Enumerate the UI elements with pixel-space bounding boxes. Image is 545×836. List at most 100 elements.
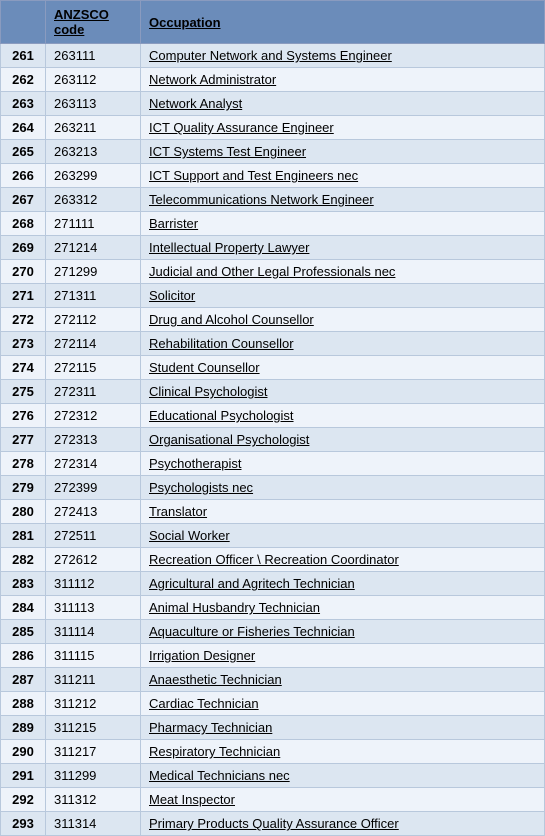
anzsco-code: 311212 — [46, 692, 141, 716]
table-row: 263263113Network Analyst — [1, 92, 545, 116]
anzsco-code: 311215 — [46, 716, 141, 740]
table-row: 272272112Drug and Alcohol Counsellor — [1, 308, 545, 332]
table-row: 265263213ICT Systems Test Engineer — [1, 140, 545, 164]
row-number: 280 — [1, 500, 46, 524]
occupation-name[interactable]: Medical Technicians nec — [141, 764, 545, 788]
occupation-name[interactable]: ICT Support and Test Engineers nec — [141, 164, 545, 188]
anzsco-code: 271214 — [46, 236, 141, 260]
row-number: 278 — [1, 452, 46, 476]
table-row: 288311212Cardiac Technician — [1, 692, 545, 716]
occupation-name[interactable]: Animal Husbandry Technician — [141, 596, 545, 620]
row-number: 273 — [1, 332, 46, 356]
occupation-name[interactable]: Psychotherapist — [141, 452, 545, 476]
table-row: 278272314Psychotherapist — [1, 452, 545, 476]
col-header-occupation[interactable]: Occupation — [141, 1, 545, 44]
occupation-name[interactable]: Primary Products Quality Assurance Offic… — [141, 812, 545, 836]
row-number: 288 — [1, 692, 46, 716]
anzsco-code: 311113 — [46, 596, 141, 620]
occupation-name[interactable]: Educational Psychologist — [141, 404, 545, 428]
table-row: 267263312Telecommunications Network Engi… — [1, 188, 545, 212]
occupation-name[interactable]: Rehabilitation Counsellor — [141, 332, 545, 356]
occupation-name[interactable]: Organisational Psychologist — [141, 428, 545, 452]
row-number: 262 — [1, 68, 46, 92]
anzsco-code: 263299 — [46, 164, 141, 188]
row-number: 271 — [1, 284, 46, 308]
anzsco-code: 263113 — [46, 92, 141, 116]
table-row: 261263111Computer Network and Systems En… — [1, 44, 545, 68]
occupation-name[interactable]: Agricultural and Agritech Technician — [141, 572, 545, 596]
anzsco-code: 272612 — [46, 548, 141, 572]
row-number: 286 — [1, 644, 46, 668]
table-row: 292311312Meat Inspector — [1, 788, 545, 812]
row-number: 281 — [1, 524, 46, 548]
table-row: 277272313Organisational Psychologist — [1, 428, 545, 452]
table-row: 279272399Psychologists nec — [1, 476, 545, 500]
row-number: 265 — [1, 140, 46, 164]
anzsco-code: 272312 — [46, 404, 141, 428]
row-number: 287 — [1, 668, 46, 692]
table-row: 273272114Rehabilitation Counsellor — [1, 332, 545, 356]
row-number: 283 — [1, 572, 46, 596]
occupation-name[interactable]: Irrigation Designer — [141, 644, 545, 668]
table-row: 281272511Social Worker — [1, 524, 545, 548]
occupation-name[interactable]: Meat Inspector — [141, 788, 545, 812]
table-row: 287311211Anaesthetic Technician — [1, 668, 545, 692]
anzsco-code: 311217 — [46, 740, 141, 764]
col-header-num — [1, 1, 46, 44]
table-row: 270271299Judicial and Other Legal Profes… — [1, 260, 545, 284]
occupation-name[interactable]: Respiratory Technician — [141, 740, 545, 764]
occupation-name[interactable]: Network Administrator — [141, 68, 545, 92]
occupation-name[interactable]: Barrister — [141, 212, 545, 236]
occupation-name[interactable]: Recreation Officer \ Recreation Coordina… — [141, 548, 545, 572]
occupation-name[interactable]: Social Worker — [141, 524, 545, 548]
occupation-name[interactable]: Student Counsellor — [141, 356, 545, 380]
table-row: 285311114Aquaculture or Fisheries Techni… — [1, 620, 545, 644]
row-number: 292 — [1, 788, 46, 812]
row-number: 268 — [1, 212, 46, 236]
row-number: 267 — [1, 188, 46, 212]
table-row: 283311112Agricultural and Agritech Techn… — [1, 572, 545, 596]
table-row: 293311314Primary Products Quality Assura… — [1, 812, 545, 836]
occupation-name[interactable]: Aquaculture or Fisheries Technician — [141, 620, 545, 644]
row-number: 282 — [1, 548, 46, 572]
row-number: 270 — [1, 260, 46, 284]
table-row: 268271111Barrister — [1, 212, 545, 236]
table-row: 290311217Respiratory Technician — [1, 740, 545, 764]
table-row: 269271214Intellectual Property Lawyer — [1, 236, 545, 260]
occupation-name[interactable]: Clinical Psychologist — [141, 380, 545, 404]
occupation-name[interactable]: Judicial and Other Legal Professionals n… — [141, 260, 545, 284]
occupation-name[interactable]: ICT Systems Test Engineer — [141, 140, 545, 164]
row-number: 291 — [1, 764, 46, 788]
anzsco-code: 272511 — [46, 524, 141, 548]
row-number: 293 — [1, 812, 46, 836]
anzsco-code: 311299 — [46, 764, 141, 788]
occupation-name[interactable]: Pharmacy Technician — [141, 716, 545, 740]
anzsco-code: 263111 — [46, 44, 141, 68]
anzsco-code: 311211 — [46, 668, 141, 692]
occupation-name[interactable]: ICT Quality Assurance Engineer — [141, 116, 545, 140]
anzsco-code: 272112 — [46, 308, 141, 332]
anzsco-code: 272413 — [46, 500, 141, 524]
anzsco-code: 271299 — [46, 260, 141, 284]
occupation-name[interactable]: Computer Network and Systems Engineer — [141, 44, 545, 68]
row-number: 279 — [1, 476, 46, 500]
row-number: 269 — [1, 236, 46, 260]
occupation-name[interactable]: Drug and Alcohol Counsellor — [141, 308, 545, 332]
occupation-name[interactable]: Intellectual Property Lawyer — [141, 236, 545, 260]
col-header-anzsco[interactable]: ANZSCO code — [46, 1, 141, 44]
occupation-name[interactable]: Cardiac Technician — [141, 692, 545, 716]
occupation-name[interactable]: Psychologists nec — [141, 476, 545, 500]
occupation-name[interactable]: Telecommunications Network Engineer — [141, 188, 545, 212]
table-header-row: ANZSCO code Occupation — [1, 1, 545, 44]
anzsco-code: 263312 — [46, 188, 141, 212]
anzsco-code: 272311 — [46, 380, 141, 404]
occupation-name[interactable]: Anaesthetic Technician — [141, 668, 545, 692]
anzsco-code: 311112 — [46, 572, 141, 596]
occupation-name[interactable]: Translator — [141, 500, 545, 524]
table-row: 266263299ICT Support and Test Engineers … — [1, 164, 545, 188]
occupation-name[interactable]: Network Analyst — [141, 92, 545, 116]
occupation-name[interactable]: Solicitor — [141, 284, 545, 308]
occupation-table: ANZSCO code Occupation 261263111Computer… — [0, 0, 545, 836]
table-row: 262263112Network Administrator — [1, 68, 545, 92]
table-row: 289311215Pharmacy Technician — [1, 716, 545, 740]
